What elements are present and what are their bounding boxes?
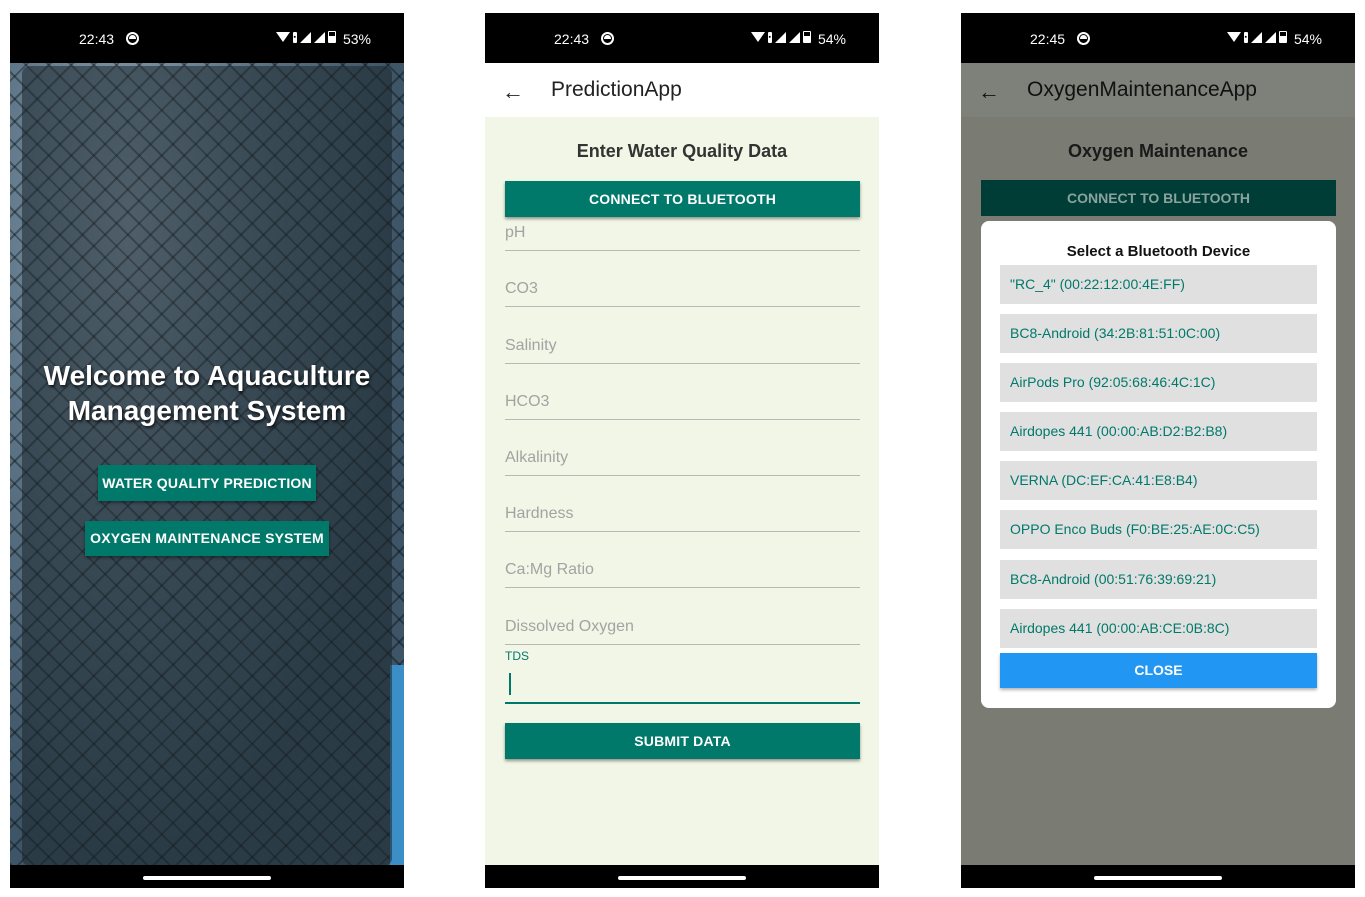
status-time: 22:43 [79, 31, 115, 47]
hardness-input[interactable]: Hardness [505, 505, 860, 532]
home-indicator[interactable] [1094, 876, 1222, 880]
form-container: Enter Water Quality Data CONNECT TO BLUE… [485, 117, 879, 865]
home-indicator[interactable] [143, 876, 271, 880]
battery-icon [1279, 31, 1287, 43]
ph-input[interactable]: pH [505, 224, 860, 251]
device-item[interactable]: AirPods Pro (92:05:68:46:4C:1C) [1000, 363, 1317, 402]
device-item[interactable]: Airdopes 441 (00:00:AB:CE:0B:8C) [1000, 609, 1317, 648]
battery-icon [803, 31, 811, 43]
battery-percent: 53% [342, 31, 371, 47]
back-arrow-icon[interactable]: ← [978, 79, 1000, 105]
signal-icon [1251, 31, 1262, 43]
sync-icon [601, 32, 614, 45]
status-bar: 22:45 ▪ 54% [961, 13, 1355, 63]
camg-ratio-input[interactable]: Ca:Mg Ratio [505, 561, 860, 588]
home-indicator[interactable] [618, 876, 746, 880]
hco3-input[interactable]: HCO3 [505, 393, 860, 420]
connect-bluetooth-button[interactable]: CONNECT TO BLUETOOTH [505, 181, 860, 217]
device-item[interactable]: VERNA (DC:EF:CA:41:E8:B4) [1000, 461, 1317, 500]
signal-icon-2 [789, 31, 800, 43]
app-bar: ← OxygenMaintenanceApp [961, 63, 1355, 117]
connect-bluetooth-button: CONNECT TO BLUETOOTH [981, 180, 1336, 216]
back-arrow-icon[interactable]: ← [502, 79, 524, 105]
submit-data-button[interactable]: SUBMIT DATA [505, 723, 860, 759]
dialog-title: Select a Bluetooth Device [1066, 243, 1251, 260]
status-bar: 22:43 ▪ 53% [10, 13, 404, 63]
device-item[interactable]: "RC_4" (00:22:12:00:4E:FF) [1000, 265, 1317, 304]
alkalinity-input[interactable]: Alkalinity [505, 449, 860, 476]
device-item[interactable]: OPPO Enco Buds (F0:BE:25:AE:0C:C5) [1000, 510, 1317, 549]
status-icons: ▪ [1226, 31, 1287, 43]
volte-icon: ▪ [1243, 31, 1248, 43]
wifi-icon [275, 32, 290, 42]
signal-icon-2 [1265, 31, 1276, 43]
signal-icon-2 [314, 31, 325, 43]
nav-bar [485, 865, 879, 888]
status-time: 22:45 [1030, 31, 1066, 47]
battery-percent: 54% [817, 31, 846, 47]
phone-screen-home: 22:43 ▪ 53% Welcome to Aquaculture Manag… [10, 13, 404, 888]
tds-label: TDS [505, 649, 529, 663]
device-item[interactable]: BC8-Android (34:2B:81:51:0C:00) [1000, 314, 1317, 353]
nav-bar [10, 865, 404, 888]
status-icons: ▪ [750, 31, 811, 43]
page-heading: Oxygen Maintenance [1067, 141, 1249, 161]
phone-screen-oxygen: 22:45 ▪ 54% ← OxygenMaintenanceApp Oxyge… [961, 13, 1355, 888]
close-button[interactable]: CLOSE [1000, 653, 1317, 688]
welcome-title: Welcome to Aquaculture Management System [22, 358, 392, 428]
water-quality-button[interactable]: WATER QUALITY PREDICTION [98, 465, 316, 501]
wifi-icon [750, 32, 765, 42]
nav-bar [961, 865, 1355, 888]
sync-icon [1077, 32, 1090, 45]
status-bar: 22:43 ▪ 54% [485, 13, 879, 63]
device-item[interactable]: Airdopes 441 (00:00:AB:D2:B2:B8) [1000, 412, 1317, 451]
battery-percent: 54% [1293, 31, 1322, 47]
device-item[interactable]: BC8-Android (00:51:76:39:69:21) [1000, 560, 1317, 599]
oxygen-maintenance-button[interactable]: OXYGEN MAINTENANCE SYSTEM [85, 521, 329, 556]
tds-input[interactable] [505, 665, 860, 704]
signal-icon [300, 31, 311, 43]
sync-icon [126, 32, 139, 45]
salinity-input[interactable]: Salinity [505, 337, 860, 364]
status-time: 22:43 [554, 31, 590, 47]
app-title: OxygenMaintenanceApp [1027, 78, 1257, 101]
bluetooth-device-dialog: Select a Bluetooth Device "RC_4" (00:22:… [981, 221, 1336, 708]
welcome-line-2: Management System [67, 395, 347, 426]
wifi-icon [1226, 32, 1241, 42]
status-icons: ▪ [275, 31, 336, 43]
welcome-line-1: Welcome to Aquaculture [43, 360, 371, 391]
signal-icon [775, 31, 786, 43]
volte-icon: ▪ [767, 31, 772, 43]
co3-input[interactable]: CO3 [505, 280, 860, 307]
dissolved-oxygen-input[interactable]: Dissolved Oxygen [505, 618, 860, 645]
battery-icon [328, 31, 336, 43]
app-title: PredictionApp [551, 78, 682, 101]
form-heading: Enter Water Quality Data [576, 141, 788, 161]
app-bar: ← PredictionApp [485, 63, 879, 117]
volte-icon: ▪ [292, 31, 297, 43]
text-caret [509, 673, 511, 695]
phone-screen-prediction: 22:43 ▪ 54% ← PredictionApp Enter Water … [485, 13, 879, 888]
